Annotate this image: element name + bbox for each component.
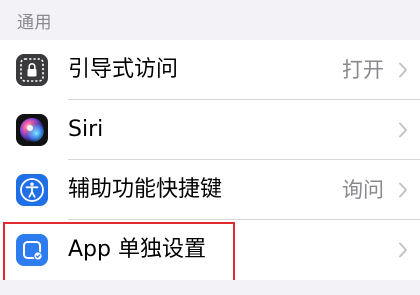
- row-per-app-settings[interactable]: App 单独设置: [0, 220, 420, 280]
- settings-group: 引导式访问 打开 Siri 辅助功能快捷键 询问 App 单独设置: [0, 40, 420, 280]
- siri-icon: [16, 114, 48, 146]
- row-label: 辅助功能快捷键: [68, 177, 223, 202]
- row-value: 询问: [342, 178, 384, 202]
- row-guided-access[interactable]: 引导式访问 打开: [0, 40, 420, 100]
- row-label: Siri: [68, 117, 104, 142]
- guided-access-icon: [16, 54, 48, 86]
- bottom-background: [0, 280, 420, 295]
- chevron-right-icon: [399, 62, 407, 78]
- chevron-right-icon: [399, 242, 407, 258]
- section-header-general: 通用: [17, 13, 52, 33]
- chevron-right-icon: [399, 182, 407, 198]
- chevron-right-icon: [399, 122, 407, 138]
- row-siri[interactable]: Siri: [0, 100, 420, 160]
- per-app-settings-icon: [16, 234, 48, 266]
- row-value: 打开: [342, 58, 384, 82]
- row-label: App 单独设置: [68, 237, 206, 262]
- row-accessibility-shortcut[interactable]: 辅助功能快捷键 询问: [0, 160, 420, 220]
- row-label: 引导式访问: [68, 57, 179, 82]
- accessibility-icon: [16, 174, 48, 206]
